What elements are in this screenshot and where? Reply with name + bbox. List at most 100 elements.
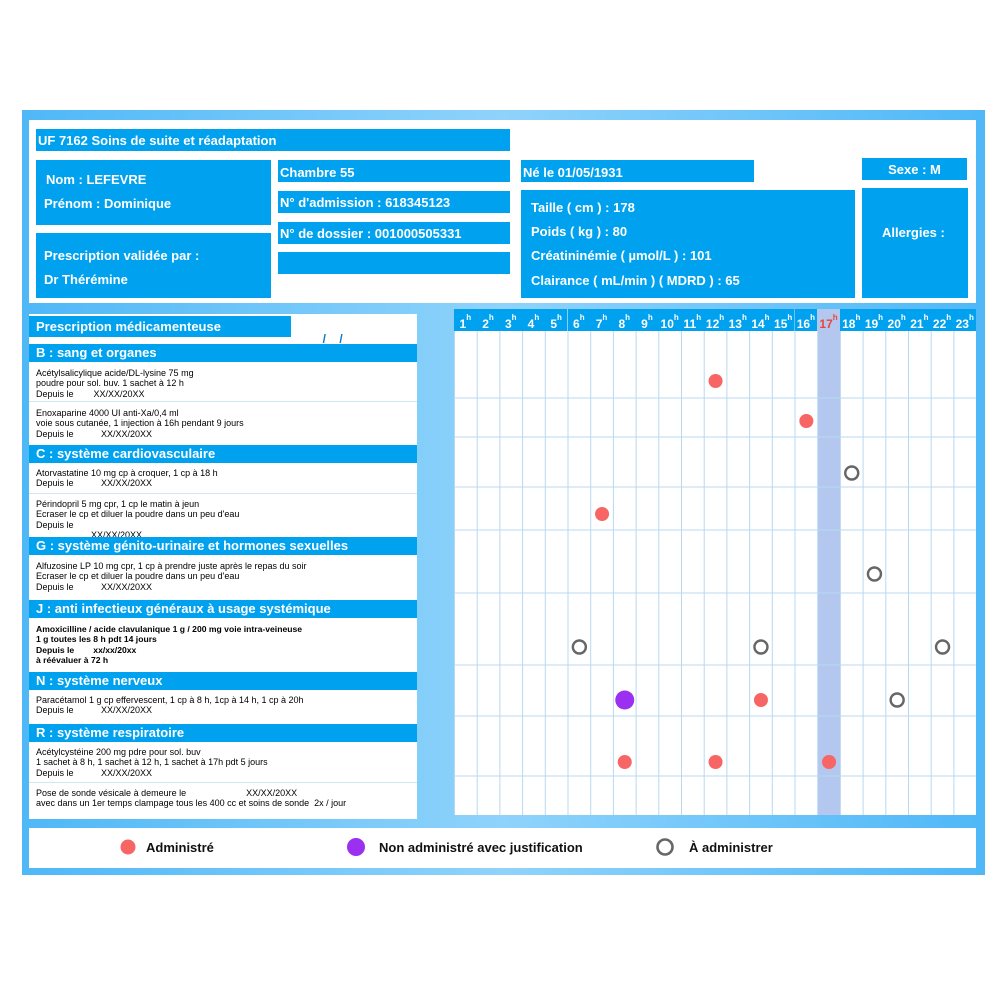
birthdate-text: Né le 01/05/1931 (523, 165, 623, 180)
allergies-box: Allergies : (862, 188, 968, 298)
entree-field: Entrée le : / / (278, 252, 510, 298)
section-r-label: R : système respiratoire (36, 725, 185, 740)
hour-number: 10 (660, 317, 674, 331)
med-row[interactable]: Paracétamol 1 g cp effervescent, 1 cp à … (36, 695, 412, 716)
med-aspirin: Acétylsalicylique acide/DL-lysine 75 mg … (36, 368, 194, 399)
row-separator (29, 493, 417, 494)
med-row[interactable]: Acétylsalicylique acide/DL-lysine 75 mg … (36, 368, 412, 399)
administered-dose-mark[interactable] (595, 507, 610, 521)
section-b-label: B : sang et organes (36, 345, 157, 360)
to-administer-dose-mark[interactable] (844, 465, 860, 481)
administered-dose-mark[interactable] (822, 755, 837, 769)
hour-header-9: 9h (635, 309, 659, 331)
hour-suffix: h (878, 313, 884, 322)
creatininemie-text: Créatininémie ( µmol/L ) : 101 (531, 248, 712, 263)
hour-suffix: h (900, 313, 906, 322)
med-amoxicilline: Amoxicilline / acide clavulanique 1 g / … (36, 624, 303, 665)
patient-nom: Nom : LEFEVRE (46, 172, 147, 187)
med-sonde-vesicale: Pose de sonde vésicale à demeure le XX/X… (36, 788, 347, 809)
med-paracetamol: Paracétamol 1 g cp effervescent, 1 cp à … (36, 695, 304, 716)
prescription-title-bar: Prescription médicamenteuse (29, 316, 291, 337)
hour-number: 15 (774, 317, 788, 331)
hour-suffix: h (764, 313, 770, 322)
med-perindopril: Périndopril 5 mg cpr, 1 cp le matin à je… (36, 499, 240, 540)
to-administer-dose-mark[interactable] (571, 639, 588, 655)
legend-administered-label: Administré (146, 840, 214, 855)
patient-prenom: Prénom : Dominique (44, 196, 172, 211)
med-enoxaparine: Enoxaparine 4000 UI anti-Xa/0,4 ml voie … (36, 408, 244, 439)
hour-suffix: h (719, 313, 725, 322)
hour-header-15: 15h (771, 309, 795, 331)
hour-number: 14 (751, 317, 765, 331)
hour-suffix: h (673, 313, 679, 322)
hour-number: 16 (796, 317, 811, 331)
hour-number: 20 (887, 317, 901, 331)
med-row[interactable]: Périndopril 5 mg cpr, 1 cp le matin à je… (36, 499, 412, 540)
validation-box: Prescription validée par : Dr Thérémine (36, 233, 271, 298)
validee-doctor: Dr Thérémine (44, 272, 128, 287)
hour-header-22: 22h (930, 309, 954, 331)
administration-grid (454, 309, 976, 815)
hour-number: 9 (641, 317, 648, 331)
hour-number: 17 (819, 317, 833, 331)
med-row[interactable]: Enoxaparine 4000 UI anti-Xa/0,4 ml voie … (36, 408, 412, 439)
to-administer-dose-mark[interactable] (889, 692, 905, 708)
prescription-title: Prescription médicamenteuse (36, 319, 221, 334)
legend-not-administered-icon (347, 838, 365, 856)
hour-suffix: h (787, 313, 793, 322)
sexe-text: Sexe : M (888, 162, 941, 177)
med-acetylcysteine: Acétylcystéine 200 mg pdre pour sol. buv… (36, 747, 268, 778)
hour-suffix: h (511, 313, 517, 322)
poids-text: Poids ( kg ) : 80 (531, 224, 628, 239)
administered-dose-mark[interactable] (799, 414, 814, 428)
hour-header-11: 11h (681, 309, 704, 331)
med-row[interactable]: Pose de sonde vésicale à demeure le XX/X… (36, 788, 412, 809)
med-atorvastatine: Atorvastatine 10 mg cp à croquer, 1 cp à… (36, 468, 218, 489)
hour-header-14: 14h (749, 309, 772, 331)
med-row[interactable]: Atorvastatine 10 mg cp à croquer, 1 cp à… (36, 468, 412, 489)
hour-header-6: 6h (567, 309, 591, 331)
hour-number: 18 (842, 317, 856, 331)
section-r: R : système respiratoire (29, 724, 417, 742)
med-row[interactable]: Alfuzosine LP 10 mg cpr, 1 cp à prendre … (36, 561, 412, 592)
administered-dose-mark[interactable] (753, 693, 768, 707)
row-separator (29, 782, 417, 783)
not-administered-dose-mark[interactable] (615, 690, 635, 710)
hour-header-21: 21h (908, 309, 931, 331)
hour-number: 22 (932, 317, 947, 331)
to-administer-dose-mark[interactable] (866, 566, 883, 582)
hour-suffix: h (625, 313, 631, 322)
hour-suffix: h (946, 313, 952, 322)
hour-number: 2 (482, 317, 489, 331)
hour-number: 3 (504, 317, 512, 331)
to-administer-dose-mark[interactable] (753, 639, 769, 655)
administered-dose-mark[interactable] (708, 374, 723, 388)
hour-suffix: h (923, 313, 929, 322)
admission-text: N° d'admission : 618345123 (280, 195, 451, 210)
section-c: C : système cardiovasculaire (29, 445, 417, 463)
taille-text: Taille ( cm ) : 178 (531, 200, 635, 215)
hour-suffix: h (741, 313, 747, 322)
to-administer-dose-mark[interactable] (934, 639, 951, 655)
hour-number: 19 (864, 317, 879, 331)
allergies-label: Allergies : (882, 225, 945, 240)
administered-dose-mark[interactable] (708, 755, 723, 769)
administered-dose-mark[interactable] (617, 755, 632, 769)
dossier-text: N° de dossier : 001000505331 (280, 226, 462, 241)
chambre-text: Chambre 55 (280, 165, 355, 180)
hour-suffix: h (855, 313, 861, 322)
hour-suffix: h (466, 313, 472, 322)
hour-header-10: 10h (658, 309, 681, 331)
med-row[interactable]: Acétylcystéine 200 mg pdre pour sol. buv… (36, 747, 412, 778)
hour-header-5: 5h (544, 309, 568, 331)
hour-suffix: h (647, 313, 653, 322)
hour-number: 6 (573, 317, 580, 331)
hour-header-3: 3h (499, 309, 523, 331)
hour-suffix: h (968, 313, 974, 322)
med-row[interactable]: Amoxicilline / acide clavulanique 1 g / … (36, 624, 412, 665)
hour-number: 23 (955, 317, 969, 331)
hour-number: 12 (705, 317, 720, 331)
hour-suffix: h (696, 313, 702, 322)
hour-header-23: 23h (953, 309, 977, 331)
hour-header-19: 19h (862, 309, 886, 331)
